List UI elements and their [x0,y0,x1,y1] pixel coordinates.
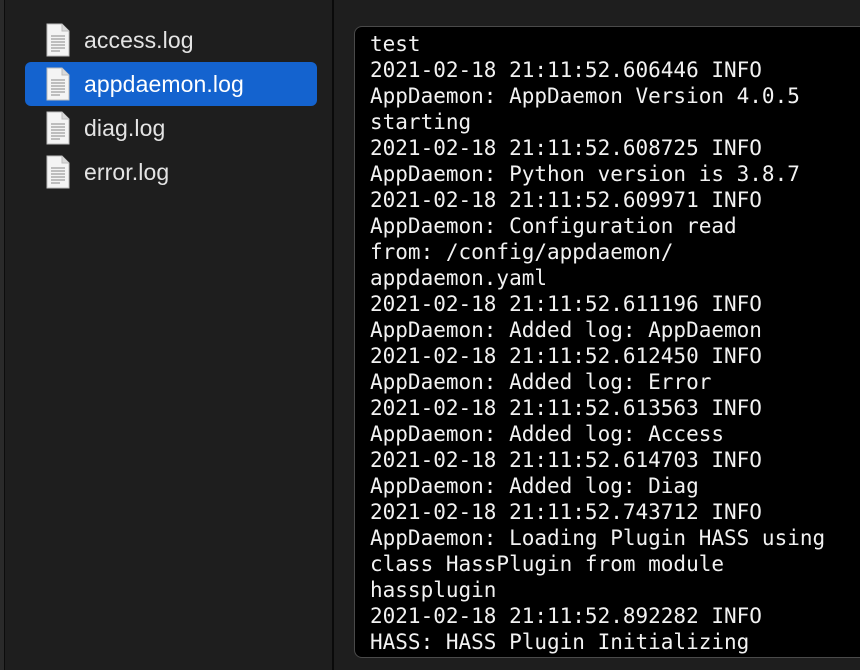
log-line: 2021-02-18 21:11:52.743712 INFO [370,500,762,524]
file-item-access-log[interactable]: access.log [25,18,317,62]
file-name: error.log [84,158,170,185]
file-item-error-log[interactable]: error.log [25,150,317,194]
log-line: AppDaemon: Python version is 3.8.7 [370,162,800,186]
file-sidebar: access.log appdaemon.log diag.log error.… [5,0,332,670]
file-list: access.log appdaemon.log diag.log error.… [25,18,317,194]
log-line: AppDaemon: Added log: Access [370,422,725,446]
file-name: appdaemon.log [84,70,244,97]
log-line: appdaemon.yaml [370,266,548,290]
file-item-appdaemon-log[interactable]: appdaemon.log [25,62,317,106]
file-name: diag.log [84,114,166,141]
log-text: test 2021-02-18 21:11:52.606446 INFO App… [370,31,860,655]
log-line: 2021-02-18 21:11:52.892282 INFO [370,604,762,628]
log-line: hassplugin [370,578,497,602]
log-line: 2021-02-18 21:11:52.609971 INFO [370,188,762,212]
log-line: test [370,32,421,56]
log-line: AppDaemon: Configuration read [370,214,737,238]
log-line: AppDaemon: Added log: Diag [370,474,699,498]
document-icon [46,155,70,189]
file-name: access.log [84,26,194,53]
preview-pane: test 2021-02-18 21:11:52.606446 INFO App… [334,0,860,670]
document-icon [46,23,70,57]
document-icon [46,67,70,101]
log-line: starting [370,110,472,134]
log-line: class HassPlugin from module [370,552,725,576]
log-preview[interactable]: test 2021-02-18 21:11:52.606446 INFO App… [354,26,860,658]
log-line: from: /config/appdaemon/ [370,240,674,264]
log-line: 2021-02-18 21:11:52.612450 INFO [370,344,762,368]
log-line: AppDaemon: Added log: Error [370,370,712,394]
log-line: 2021-02-18 21:11:52.606446 INFO [370,58,762,82]
log-line: AppDaemon: Loading Plugin HASS using [370,526,826,550]
log-line: HASS: HASS Plugin Initializing [370,630,750,654]
log-line: 2021-02-18 21:11:52.608725 INFO [370,136,762,160]
log-line: AppDaemon: Added log: AppDaemon [370,318,762,342]
document-icon [46,111,70,145]
log-line: AppDaemon: AppDaemon Version 4.0.5 [370,84,800,108]
log-line: 2021-02-18 21:11:52.611196 INFO [370,292,762,316]
file-item-diag-log[interactable]: diag.log [25,106,317,150]
log-line: 2021-02-18 21:11:52.614703 INFO [370,448,762,472]
log-line: 2021-02-18 21:11:52.613563 INFO [370,396,762,420]
